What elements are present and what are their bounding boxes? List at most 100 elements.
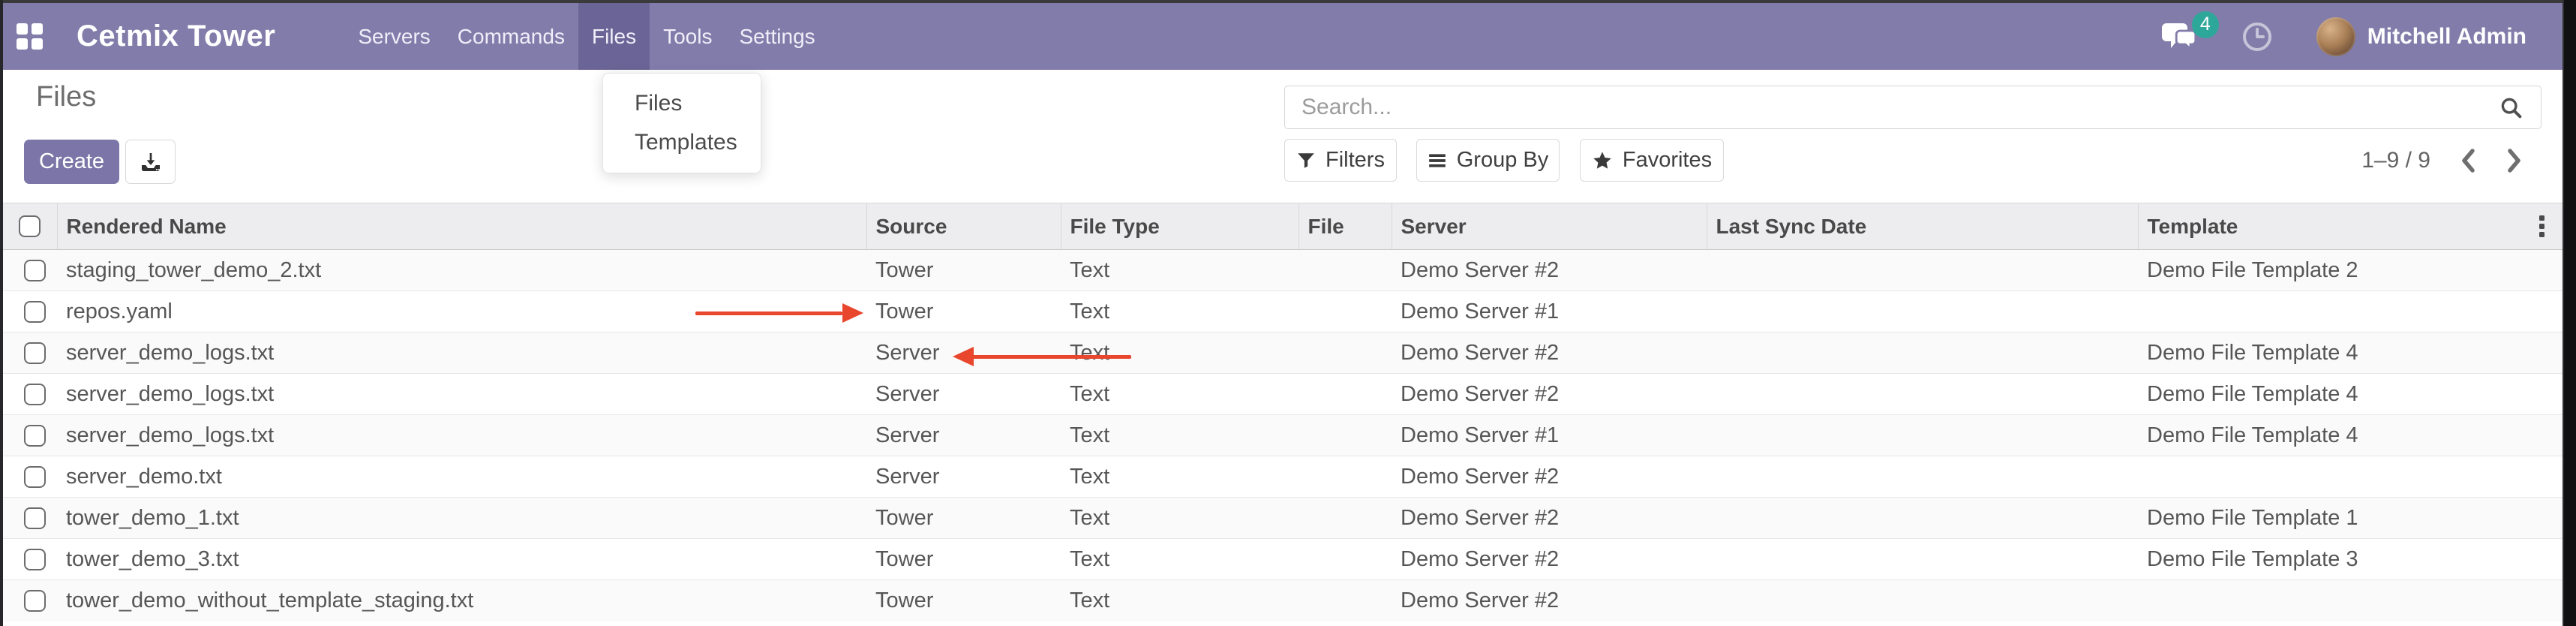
cell-rendered-name: tower_demo_1.txt — [57, 498, 866, 539]
row-select-cell — [3, 456, 57, 498]
app-brand[interactable]: Cetmix Tower — [77, 3, 275, 70]
row-checkbox[interactable] — [24, 301, 46, 323]
main-menu: ServersCommandsFilesToolsSettings — [344, 3, 828, 70]
pager-previous-button[interactable] — [2459, 147, 2477, 174]
row-checkbox[interactable] — [24, 425, 46, 447]
cell-template: Demo File Template 3 — [2138, 539, 2562, 580]
dropdown-item[interactable]: Files — [603, 84, 761, 123]
group-by-label: Group By — [1457, 148, 1549, 173]
menu-item[interactable]: Files — [578, 3, 650, 70]
cell-rendered-name: server_demo.txt — [57, 456, 866, 498]
column-header[interactable]: File — [1299, 203, 1392, 250]
user-menu[interactable]: Mitchell Admin — [2316, 17, 2526, 56]
row-select-cell — [3, 539, 57, 580]
cell-file — [1299, 456, 1392, 498]
menu-item[interactable]: Servers — [344, 3, 443, 70]
table-row[interactable]: server_demo_logs.txt Server Text Demo Se… — [3, 374, 2562, 415]
table-row[interactable]: server_demo_logs.txt Server Text Demo Se… — [3, 415, 2562, 456]
row-checkbox[interactable] — [24, 384, 46, 405]
row-checkbox[interactable] — [24, 260, 46, 281]
star-icon — [1592, 150, 1613, 171]
column-header[interactable]: File Type — [1061, 203, 1299, 250]
select-all-header-cell — [3, 203, 57, 250]
table-row[interactable]: tower_demo_without_template_staging.txt … — [3, 580, 2562, 621]
window-right-edge — [2562, 0, 2576, 626]
favorites-button[interactable]: Favorites — [1580, 139, 1724, 182]
cell-template — [2138, 456, 2562, 498]
column-header[interactable]: Server — [1392, 203, 1707, 250]
row-select-cell — [3, 250, 57, 291]
cell-last-sync-date — [1707, 374, 2138, 415]
files-dropdown-menu: FilesTemplates — [602, 73, 761, 173]
apps-grid-icon[interactable] — [3, 3, 56, 70]
cell-file-type: Text — [1061, 250, 1299, 291]
pager: 1–9 / 9 — [2361, 139, 2523, 182]
cell-file-type: Text — [1061, 333, 1299, 374]
user-name: Mitchell Admin — [2367, 24, 2526, 50]
messages-button[interactable]: 4 — [2162, 22, 2198, 52]
filters-button[interactable]: Filters — [1284, 139, 1397, 182]
create-button[interactable]: Create — [24, 140, 119, 184]
select-all-checkbox[interactable] — [19, 215, 41, 237]
menu-item[interactable]: Tools — [650, 3, 725, 70]
column-header[interactable]: Template — [2138, 203, 2562, 250]
table-row[interactable]: tower_demo_3.txt Tower Text Demo Server … — [3, 539, 2562, 580]
activities-button[interactable] — [2241, 21, 2273, 53]
cell-file — [1299, 415, 1392, 456]
clock-icon — [2241, 21, 2273, 53]
apps-grid-glyph — [17, 23, 43, 50]
cell-file — [1299, 374, 1392, 415]
navbar-systray: 4 Mitchell Admin — [2162, 3, 2562, 70]
table-row[interactable]: tower_demo_1.txt Tower Text Demo Server … — [3, 498, 2562, 539]
cell-server: Demo Server #2 — [1392, 333, 1707, 374]
user-avatar — [2316, 17, 2355, 56]
search-icon[interactable] — [2499, 95, 2524, 121]
row-checkbox[interactable] — [24, 549, 46, 570]
cell-template: Demo File Template 4 — [2138, 374, 2562, 415]
cell-template: Demo File Template 4 — [2138, 415, 2562, 456]
favorites-label: Favorites — [1623, 148, 1712, 173]
window-left-edge — [0, 0, 3, 626]
cell-file — [1299, 250, 1392, 291]
row-checkbox[interactable] — [24, 342, 46, 364]
group-by-icon — [1428, 151, 1447, 170]
export-button[interactable] — [125, 140, 176, 184]
search-input[interactable] — [1285, 86, 2541, 128]
dropdown-item[interactable]: Templates — [603, 123, 761, 162]
menu-item[interactable]: Commands — [444, 3, 578, 70]
cell-file-type: Text — [1061, 580, 1299, 621]
row-checkbox[interactable] — [24, 507, 46, 529]
cell-rendered-name: tower_demo_3.txt — [57, 539, 866, 580]
column-header[interactable]: Rendered Name — [57, 203, 866, 250]
annotation-arrow-right-shaft — [695, 311, 842, 315]
row-select-cell — [3, 580, 57, 621]
annotation-arrow-left-head — [953, 347, 974, 366]
column-header[interactable]: Source — [866, 203, 1061, 250]
menu-item[interactable]: Settings — [725, 3, 828, 70]
column-header[interactable]: Last Sync Date — [1707, 203, 2138, 250]
row-select-cell — [3, 291, 57, 333]
action-buttons: Create — [24, 140, 176, 184]
cell-server: Demo Server #1 — [1392, 415, 1707, 456]
cell-server: Demo Server #2 — [1392, 456, 1707, 498]
table-row[interactable]: server_demo.txt Server Text Demo Server … — [3, 456, 2562, 498]
cell-source: Server — [866, 374, 1061, 415]
cell-file — [1299, 498, 1392, 539]
pager-range[interactable]: 1–9 / 9 — [2361, 148, 2430, 173]
table-row[interactable]: repos.yaml Tower Text Demo Server #1 — [3, 291, 2562, 333]
pager-next-button[interactable] — [2505, 147, 2523, 174]
table-row[interactable]: server_demo_logs.txt Server Text Demo Se… — [3, 333, 2562, 374]
cell-rendered-name: tower_demo_without_template_staging.txt — [57, 580, 866, 621]
row-checkbox[interactable] — [24, 466, 46, 488]
row-checkbox[interactable] — [24, 590, 46, 612]
group-by-button[interactable]: Group By — [1416, 139, 1560, 182]
message-count-badge: 4 — [2192, 11, 2219, 38]
files-table: Rendered NameSourceFile TypeFileServerLa… — [3, 203, 2562, 621]
table-row[interactable]: staging_tower_demo_2.txt Tower Text Demo… — [3, 250, 2562, 291]
cell-file — [1299, 333, 1392, 374]
optional-columns-icon[interactable] — [2539, 215, 2544, 237]
cell-template: Demo File Template 1 — [2138, 498, 2562, 539]
cell-source: Tower — [866, 539, 1061, 580]
cell-last-sync-date — [1707, 333, 2138, 374]
page-title: Files — [36, 81, 96, 113]
